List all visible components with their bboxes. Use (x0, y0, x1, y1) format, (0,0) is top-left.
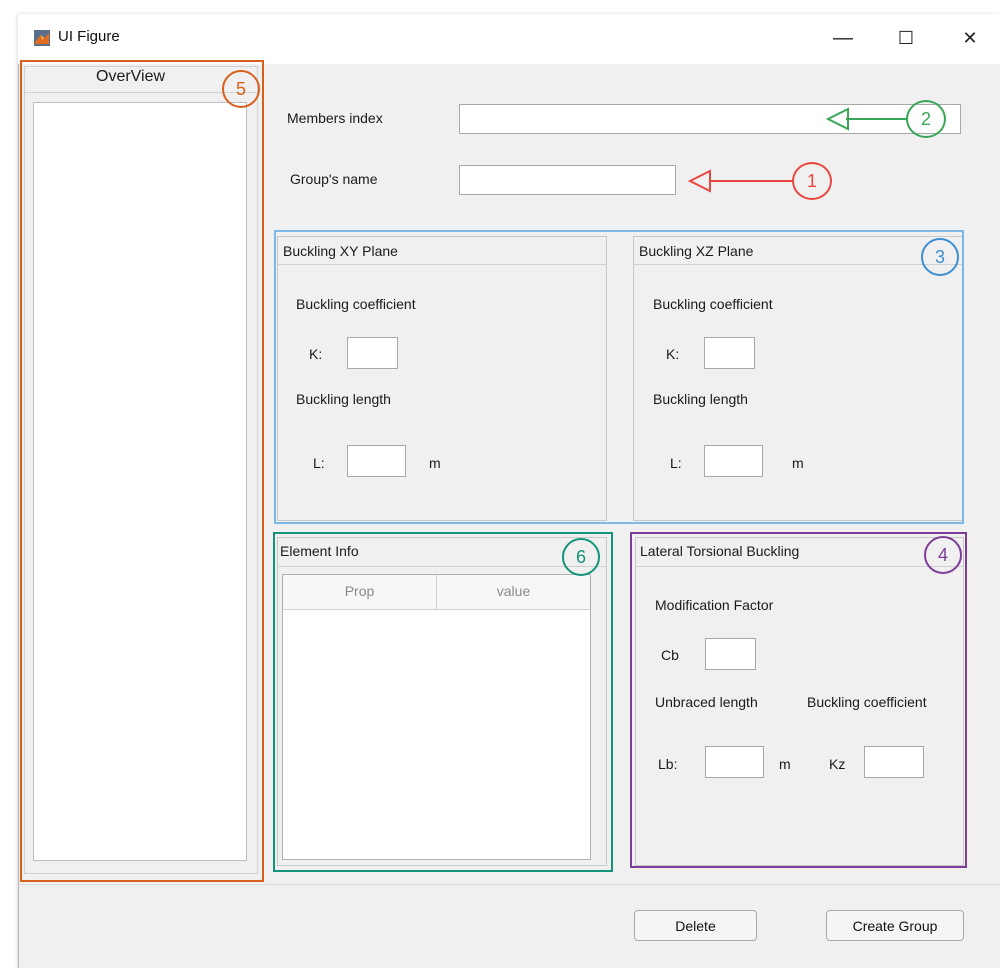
minimize-button[interactable]: — (823, 22, 863, 54)
maximize-icon: ☐ (897, 27, 915, 48)
close-button[interactable]: ✕ (950, 22, 990, 54)
annotation-box-6 (273, 532, 613, 872)
minimize-icon: — (833, 26, 853, 49)
annotation-circle-6: 6 (562, 538, 600, 576)
create-group-button[interactable]: Create Group (826, 910, 964, 941)
bottom-divider (19, 884, 1000, 885)
group-name-label: Group's name (290, 171, 378, 187)
annotation-circle-4: 4 (924, 536, 962, 574)
annotation-box-4 (630, 532, 967, 868)
annotation-arrow-1 (687, 169, 792, 193)
maximize-button[interactable]: ☐ (886, 22, 926, 54)
window-title: UI Figure (58, 28, 120, 45)
group-name-input[interactable] (459, 165, 676, 195)
annotation-circle-5: 5 (222, 70, 260, 108)
delete-button[interactable]: Delete (634, 910, 757, 941)
members-index-label: Members index (287, 110, 383, 126)
matlab-icon (34, 30, 50, 46)
annotation-box-5 (20, 60, 264, 882)
annotation-box-3 (274, 230, 964, 524)
annotation-arrow-2 (825, 107, 908, 131)
annotation-circle-1: 1 (792, 162, 832, 200)
close-icon: ✕ (962, 27, 978, 48)
annotation-circle-3: 3 (921, 238, 959, 276)
annotation-circle-2: 2 (906, 100, 946, 138)
